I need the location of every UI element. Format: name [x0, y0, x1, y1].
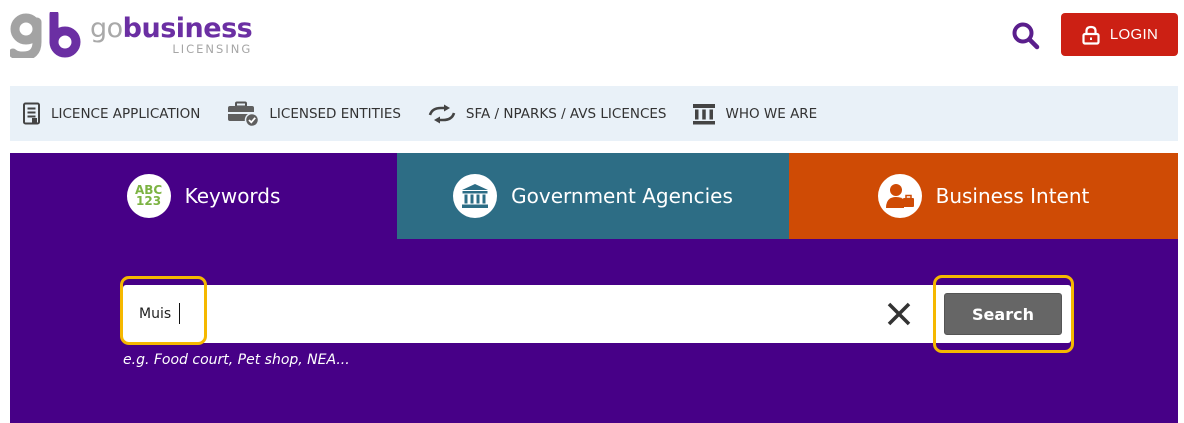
search-hint: e.g. Food court, Pet shop, NEA...	[123, 352, 350, 368]
nav-label: WHO WE ARE	[725, 105, 818, 122]
nav-item-licence-application[interactable]: LICENCE APPLICATION	[22, 102, 200, 126]
gobusiness-logo[interactable]: gobusiness LICENSING	[10, 12, 253, 58]
tab-government-agencies[interactable]: Government Agencies	[397, 153, 789, 239]
government-building-icon	[693, 103, 716, 124]
clear-search-button[interactable]	[884, 299, 914, 329]
tab-icon-circle	[453, 174, 498, 218]
business-person-icon	[885, 184, 914, 208]
tab-icon-circle	[877, 174, 922, 218]
briefcase-check-icon	[228, 101, 260, 127]
tab-keywords[interactable]: ABC 123 Keywords	[10, 153, 397, 239]
tab-label: Business Intent	[935, 184, 1090, 208]
login-button[interactable]: LOGIN	[1061, 13, 1178, 56]
tab-label: Government Agencies	[511, 184, 733, 208]
tab-business-intent[interactable]: Business Intent	[789, 153, 1178, 239]
main-nav: LICENCE APPLICATION LICENSED ENTITIES SF…	[10, 86, 1178, 141]
logo-subtitle: LICENSING	[172, 41, 253, 56]
search-mode-tabs: ABC 123 Keywords Government Agencies Bus…	[10, 153, 1178, 239]
search-panel: Search e.g. Food court, Pet shop, NEA...	[10, 239, 1178, 423]
logo-word: gobusiness	[90, 12, 253, 44]
government-building-icon	[462, 184, 489, 208]
logo-word-main: business	[122, 12, 253, 44]
search-icon	[1012, 22, 1040, 50]
document-icon	[23, 102, 40, 124]
exchange-arrows-icon	[428, 104, 456, 123]
nav-label: LICENCE APPLICATION	[51, 105, 201, 122]
nav-item-licensed-entities[interactable]: LICENSED ENTITIES	[226, 101, 401, 127]
nav-label: LICENSED ENTITIES	[269, 105, 401, 122]
close-icon	[887, 302, 911, 326]
logo-word-prefix: go	[90, 12, 123, 44]
search-bar: Search	[123, 285, 1071, 343]
text-caret	[179, 303, 180, 324]
header: gobusiness LICENSING LOGIN	[0, 0, 1184, 84]
abc-123-icon: ABC 123	[126, 174, 171, 218]
nav-item-sfa-nparks-avs-licences[interactable]: SFA / NPARKS / AVS LICENCES	[427, 104, 667, 124]
keyword-search-input[interactable]	[135, 294, 865, 334]
icon-text-bottom: 123	[136, 194, 162, 208]
search-button[interactable]: Search	[944, 293, 1062, 335]
header-search-button[interactable]	[1010, 20, 1042, 52]
page: gobusiness LICENSING LOGIN LICENCE APPLI…	[0, 0, 1184, 423]
lock-icon	[1082, 25, 1100, 45]
abc-123-glyph: ABC 123	[135, 183, 162, 208]
gb-logo-icon	[10, 12, 81, 58]
nav-label: SFA / NPARKS / AVS LICENCES	[465, 105, 667, 122]
logo-wordmark: gobusiness LICENSING	[90, 12, 253, 56]
tab-label: Keywords	[184, 184, 281, 208]
login-label: LOGIN	[1109, 26, 1159, 43]
nav-item-who-we-are[interactable]: WHO WE ARE	[692, 103, 817, 125]
